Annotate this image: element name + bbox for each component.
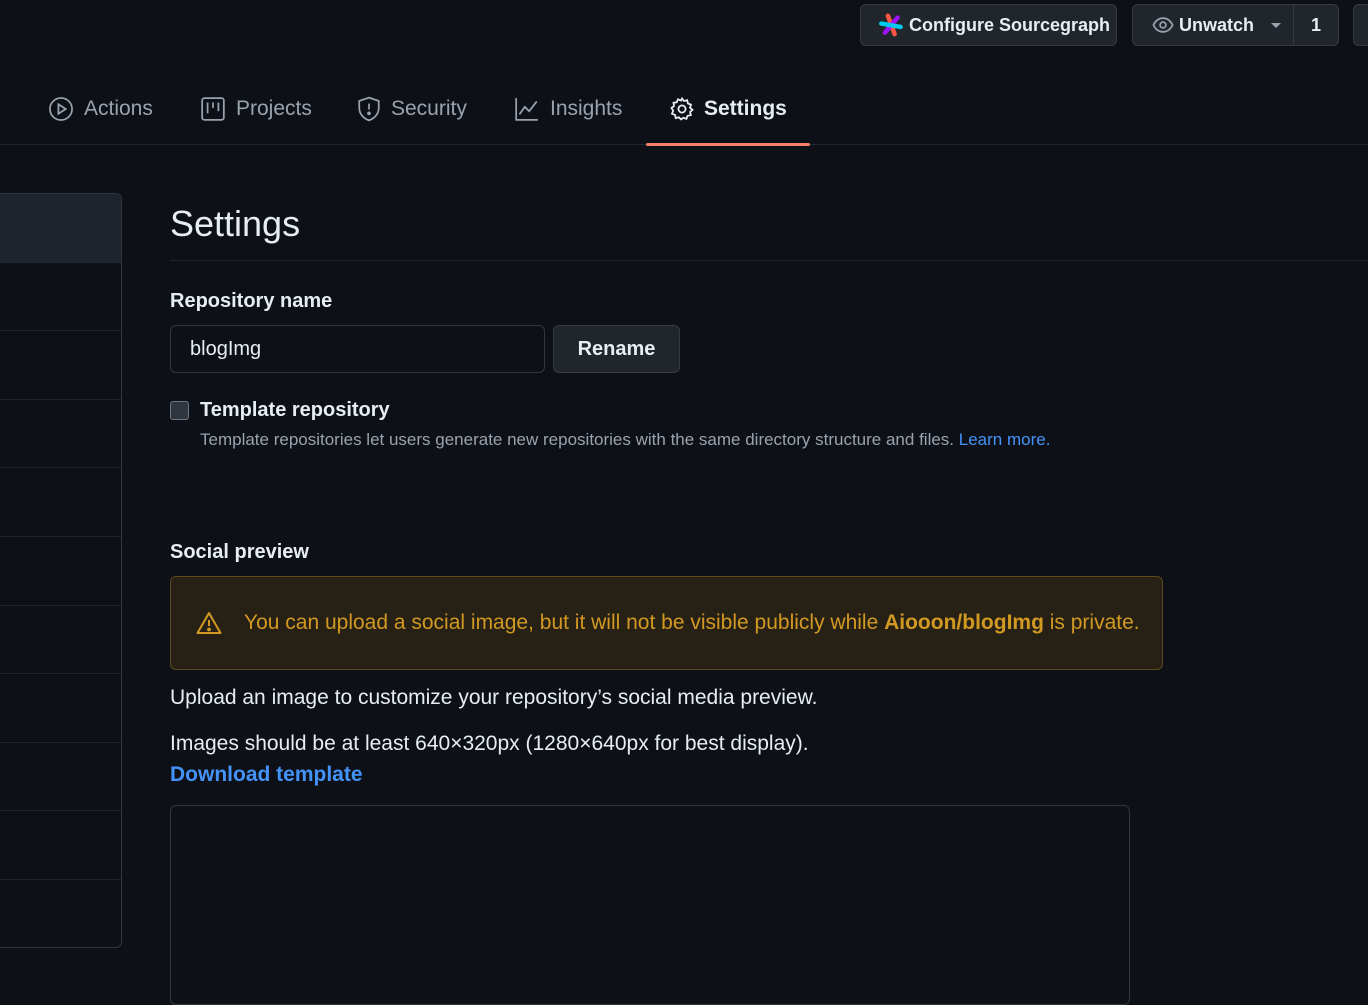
image-size-note: Images should be at least 640×320px (128… xyxy=(170,732,809,755)
settings-sidebar xyxy=(0,193,122,948)
watch-button-group: Unwatch 1 xyxy=(1132,4,1339,46)
graph-icon xyxy=(515,97,538,121)
title-divider xyxy=(170,260,1368,261)
warning-text-start: You can upload a social image, but it wi… xyxy=(244,611,879,634)
template-repository-note: Template repositories let users generate… xyxy=(200,430,1050,450)
caret-down-icon xyxy=(1271,23,1282,28)
unwatch-button[interactable]: Unwatch xyxy=(1133,5,1294,45)
upload-description: Upload an image to customize your reposi… xyxy=(170,686,818,709)
sidebar-item[interactable] xyxy=(0,880,121,949)
project-board-icon xyxy=(201,96,225,121)
watch-count[interactable]: 1 xyxy=(1294,15,1338,36)
template-repository-checkbox[interactable] xyxy=(170,401,189,420)
warning-text: You can upload a social image, but it wi… xyxy=(244,611,1140,635)
sidebar-item[interactable] xyxy=(0,331,121,400)
gear-icon xyxy=(670,96,694,121)
warning-repo-name: Aiooon/blogImg xyxy=(884,611,1044,634)
unwatch-label: Unwatch xyxy=(1179,14,1255,35)
sidebar-item[interactable] xyxy=(0,811,121,880)
fork-button[interactable] xyxy=(1353,4,1368,46)
shield-icon xyxy=(358,96,380,121)
alert-icon xyxy=(196,612,222,634)
warning-text-end: is private. xyxy=(1049,611,1140,634)
social-preview-image-area[interactable] xyxy=(170,805,1130,1005)
rename-button[interactable]: Rename xyxy=(553,325,680,373)
learn-more-link[interactable]: Learn more. xyxy=(959,430,1051,449)
sidebar-item[interactable] xyxy=(0,606,121,675)
eye-icon xyxy=(1152,17,1174,33)
repo-tabs: Actions Projects Security Insights Setti… xyxy=(0,72,1368,146)
tab-actions[interactable]: Actions xyxy=(48,72,153,145)
social-preview-label: Social preview xyxy=(170,541,309,563)
tab-security-label: Security xyxy=(391,96,467,120)
sidebar-item[interactable] xyxy=(0,674,121,743)
tab-projects[interactable]: Projects xyxy=(200,72,312,145)
sidebar-item[interactable] xyxy=(0,400,121,469)
configure-sourcegraph-label: Configure Sourcegraph xyxy=(909,14,1111,35)
sourcegraph-icon xyxy=(879,13,903,37)
repository-name-label: Repository name xyxy=(170,290,333,312)
page-title: Settings xyxy=(170,203,301,244)
repository-name-input[interactable] xyxy=(170,325,545,373)
tab-insights-label: Insights xyxy=(550,96,623,120)
tab-settings-label: Settings xyxy=(704,96,787,120)
configure-sourcegraph-button[interactable]: Configure Sourcegraph xyxy=(860,4,1117,46)
sidebar-item[interactable] xyxy=(0,263,121,332)
template-repository-label: Template repository xyxy=(200,399,390,421)
private-warning-banner: You can upload a social image, but it wi… xyxy=(170,576,1163,670)
play-icon xyxy=(49,96,73,121)
sidebar-item[interactable] xyxy=(0,468,121,537)
template-note-text: Template repositories let users generate… xyxy=(200,430,955,449)
tab-projects-label: Projects xyxy=(236,96,312,120)
sidebar-item[interactable] xyxy=(0,537,121,606)
tab-security[interactable]: Security xyxy=(357,72,467,145)
tab-settings[interactable]: Settings xyxy=(646,72,810,146)
sidebar-item[interactable] xyxy=(0,194,121,263)
tab-actions-label: Actions xyxy=(84,96,153,120)
download-template-link[interactable]: Download template xyxy=(170,763,363,787)
sidebar-item[interactable] xyxy=(0,743,121,812)
tab-insights[interactable]: Insights xyxy=(514,72,622,145)
